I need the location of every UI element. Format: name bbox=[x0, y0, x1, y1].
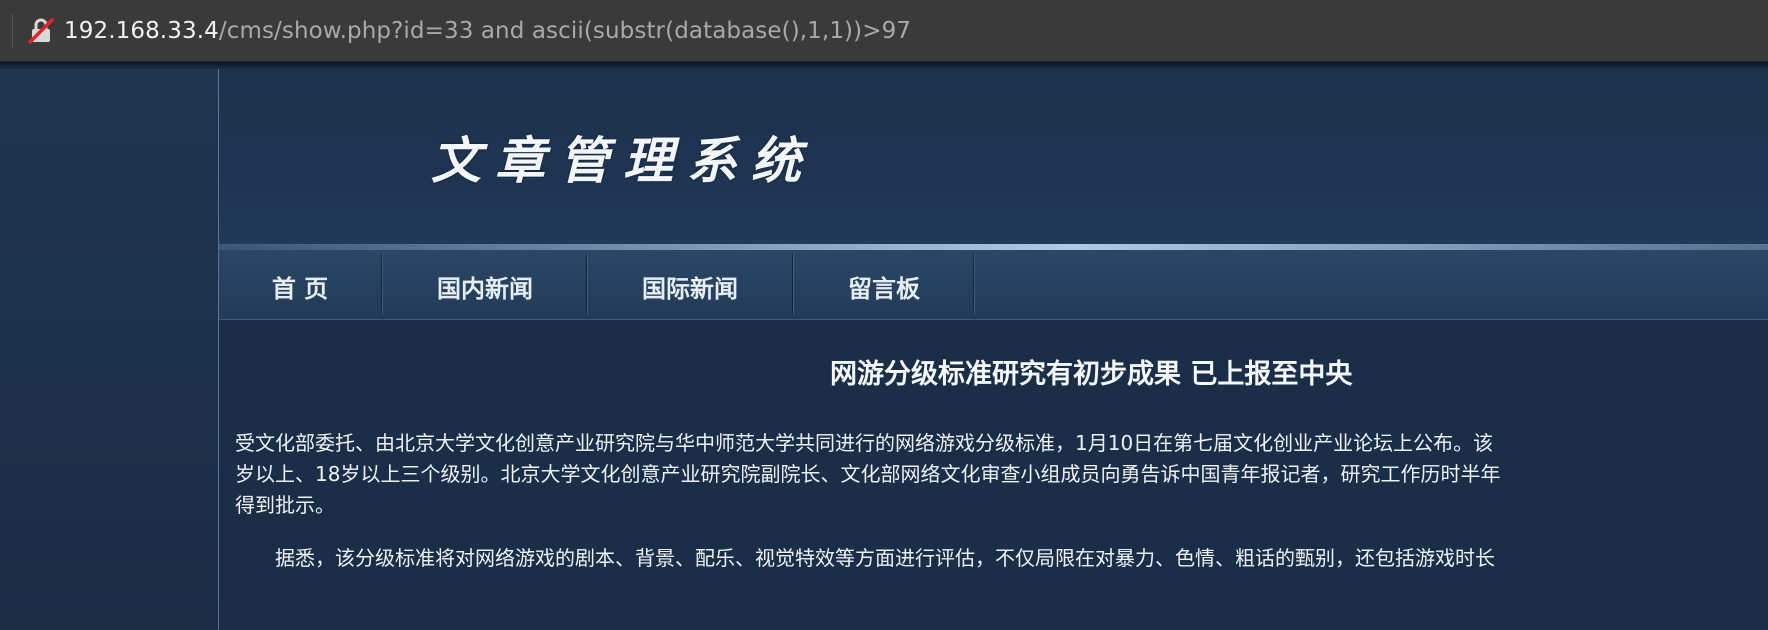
browser-address-bar[interactable]: 192.168.33.4/cms/show.php?id=33 and asci… bbox=[0, 0, 1768, 62]
toolbar-divider bbox=[12, 14, 13, 48]
article-content: 网游分级标准研究有初步成果 已上报至中央 受文化部委托、由北京大学文化创意产业研… bbox=[219, 320, 1768, 630]
site-header: 文章管理系统 bbox=[219, 69, 1768, 245]
article-text-line: 得到批示。 bbox=[235, 493, 335, 517]
url-path: /cms/show.php?id=33 and ascii(substr(dat… bbox=[218, 18, 912, 44]
article-text-line: 据悉，该分级标准将对网络游戏的剧本、背景、配乐、视觉特效等方面进行评估，不仅局限… bbox=[235, 546, 1495, 570]
url-host: 192.168.33.4 bbox=[64, 18, 219, 44]
article-text-line: 岁以上、18岁以上三个级别。北京大学文化创意产业研究院副院长、文化部网络文化审查… bbox=[235, 462, 1501, 486]
main-nav: 首 页 国内新闻 国际新闻 留言板 bbox=[219, 250, 1768, 320]
site-logo: 文章管理系统 bbox=[431, 131, 815, 190]
left-sidebar-panel bbox=[0, 69, 218, 630]
insecure-lock-icon[interactable] bbox=[28, 18, 54, 44]
article-text-line: 受文化部委托、由北京大学文化创意产业研究院与华中师范大学共同进行的网络游戏分级标… bbox=[235, 431, 1494, 455]
url-field[interactable]: 192.168.33.4/cms/show.php?id=33 and asci… bbox=[64, 15, 911, 47]
nav-divider bbox=[973, 254, 975, 314]
nav-item-home[interactable]: 首 页 bbox=[219, 250, 381, 320]
nav-item-guestbook[interactable]: 留言板 bbox=[794, 250, 974, 320]
nav-item-international-news[interactable]: 国际新闻 bbox=[588, 250, 792, 320]
toolbar-shadow bbox=[0, 62, 1768, 69]
nav-item-domestic-news[interactable]: 国内新闻 bbox=[383, 250, 587, 320]
article-title: 网游分级标准研究有初步成果 已上报至中央 bbox=[830, 359, 1353, 390]
